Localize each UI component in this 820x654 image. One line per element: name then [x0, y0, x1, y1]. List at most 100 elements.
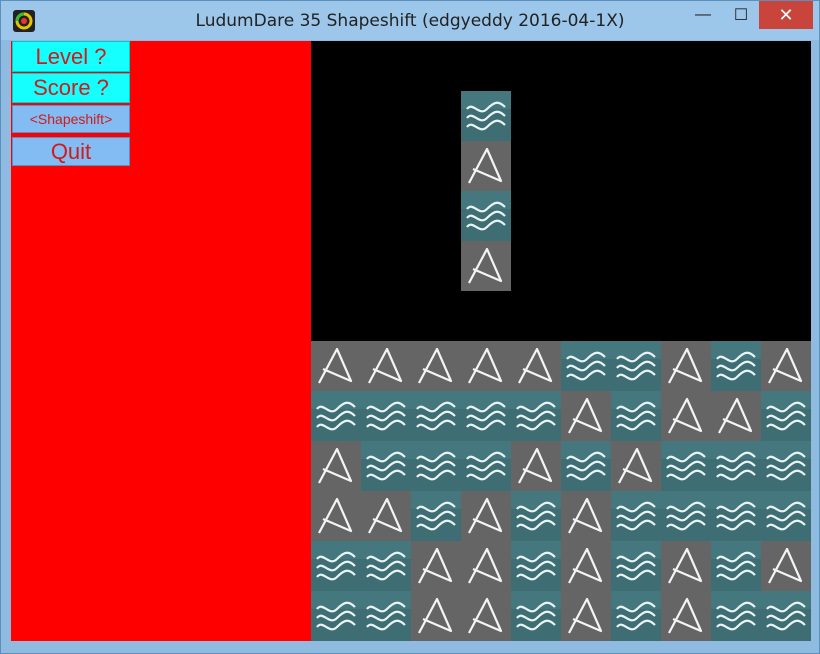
board-tile-water	[611, 491, 661, 541]
wave-icon	[511, 391, 561, 441]
wave-icon	[411, 491, 461, 541]
close-button[interactable]: ✕	[759, 1, 813, 29]
board-tile-water	[611, 341, 661, 391]
mountain-icon	[661, 341, 711, 391]
wave-icon	[711, 541, 761, 591]
board-tile-mountain	[411, 541, 461, 591]
board-tile-mountain	[561, 491, 611, 541]
board-tile-water	[411, 441, 461, 491]
wave-icon	[461, 391, 511, 441]
board-tile-water	[561, 341, 611, 391]
board-tile-water	[761, 441, 811, 491]
mountain-icon	[511, 441, 561, 491]
falling-piece-tile-mountain	[461, 141, 511, 191]
wave-icon	[711, 491, 761, 541]
board-tile-water	[761, 491, 811, 541]
wave-icon	[761, 391, 811, 441]
mountain-icon	[461, 591, 511, 641]
wave-icon	[711, 341, 761, 391]
wave-icon	[561, 341, 611, 391]
board-tile-water	[711, 341, 761, 391]
mountain-icon	[611, 441, 661, 491]
board-tile-mountain	[661, 391, 711, 441]
score-button[interactable]: Score ?	[12, 73, 130, 103]
board-tile-water	[511, 391, 561, 441]
mountain-icon	[361, 491, 411, 541]
mountain-icon	[311, 491, 361, 541]
board-tile-mountain	[311, 341, 361, 391]
board-tile-mountain	[311, 491, 361, 541]
board-tile-water	[361, 591, 411, 641]
board-tile-water	[711, 441, 761, 491]
board-tile-water	[711, 491, 761, 541]
board-tile-water	[461, 391, 511, 441]
mountain-icon	[461, 241, 511, 291]
board-tile-water	[611, 591, 661, 641]
game-viewport: Level ? Score ? <Shapeshift> Quit	[11, 41, 811, 641]
board-tile-mountain	[411, 591, 461, 641]
mountain-icon	[461, 541, 511, 591]
wave-icon	[511, 541, 561, 591]
board-tile-water	[311, 391, 361, 441]
wave-icon	[511, 491, 561, 541]
board-tile-mountain	[561, 391, 611, 441]
board-tile-mountain	[361, 491, 411, 541]
board-tile-mountain	[461, 341, 511, 391]
wave-icon	[361, 541, 411, 591]
board-tile-water	[661, 491, 711, 541]
mountain-icon	[711, 391, 761, 441]
wave-icon	[361, 591, 411, 641]
mountain-icon	[461, 491, 511, 541]
board-tile-water	[561, 441, 611, 491]
board-tile-mountain	[511, 441, 561, 491]
wave-icon	[661, 441, 711, 491]
level-button[interactable]: Level ?	[12, 41, 130, 72]
board-tile-mountain	[461, 541, 511, 591]
wave-icon	[361, 391, 411, 441]
mountain-icon	[311, 341, 361, 391]
game-window: LudumDare 35 Shapeshift (edgyeddy 2016-0…	[0, 0, 820, 654]
wave-icon	[661, 491, 711, 541]
wave-icon	[311, 591, 361, 641]
board-tile-water	[361, 441, 411, 491]
board-tile-water	[311, 541, 361, 591]
game-board[interactable]	[311, 41, 811, 641]
board-tile-water	[361, 391, 411, 441]
wave-icon	[561, 441, 611, 491]
wave-icon	[711, 591, 761, 641]
mountain-icon	[461, 141, 511, 191]
board-tile-water	[511, 491, 561, 541]
wave-icon	[361, 441, 411, 491]
wave-icon	[461, 91, 511, 141]
board-tile-mountain	[661, 591, 711, 641]
maximize-button[interactable]: ☐	[719, 1, 763, 29]
board-tile-water	[511, 591, 561, 641]
board-tile-mountain	[711, 391, 761, 441]
board-tile-water	[411, 491, 461, 541]
mountain-icon	[511, 341, 561, 391]
board-tile-water	[711, 591, 761, 641]
shapeshift-button[interactable]: <Shapeshift>	[12, 105, 130, 133]
title-bar[interactable]: LudumDare 35 Shapeshift (edgyeddy 2016-0…	[1, 1, 819, 40]
wave-icon	[761, 491, 811, 541]
wave-icon	[311, 541, 361, 591]
wave-icon	[411, 391, 461, 441]
wave-icon	[611, 541, 661, 591]
mountain-icon	[411, 591, 461, 641]
board-tile-mountain	[761, 341, 811, 391]
mountain-icon	[661, 541, 711, 591]
board-tile-water	[761, 391, 811, 441]
board-tile-mountain	[461, 591, 511, 641]
mountain-icon	[561, 541, 611, 591]
mountain-icon	[311, 441, 361, 491]
falling-piece-tile-water	[461, 191, 511, 241]
mountain-icon	[361, 341, 411, 391]
wave-icon	[461, 441, 511, 491]
board-tile-mountain	[561, 541, 611, 591]
mountain-icon	[561, 391, 611, 441]
quit-button[interactable]: Quit	[12, 137, 130, 166]
mountain-icon	[411, 541, 461, 591]
wave-icon	[611, 341, 661, 391]
mountain-icon	[661, 391, 711, 441]
mountain-icon	[561, 491, 611, 541]
